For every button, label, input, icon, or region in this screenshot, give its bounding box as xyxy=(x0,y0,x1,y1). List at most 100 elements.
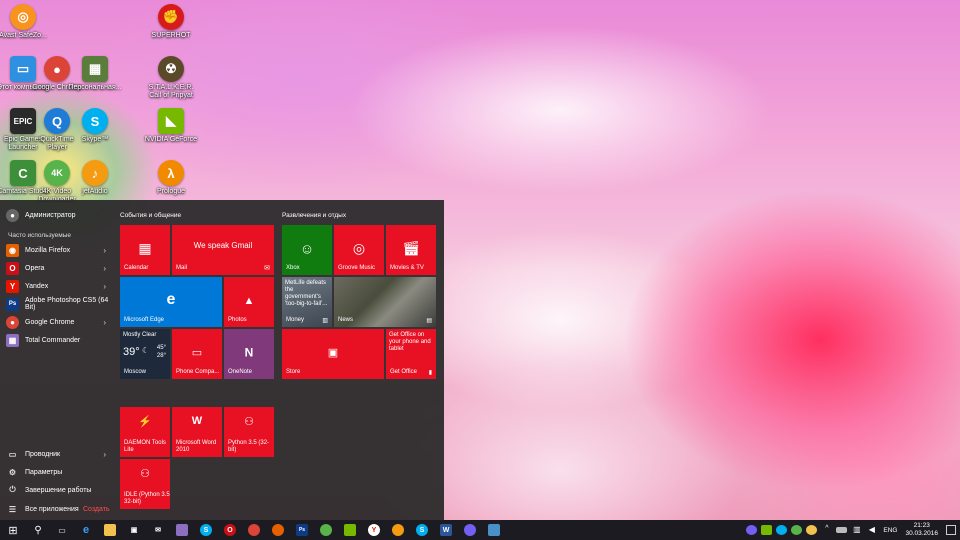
envelope-icon: ✉ xyxy=(264,265,270,272)
user-account[interactable]: ● Администратор xyxy=(6,207,110,223)
settings-item[interactable]: ⚙ Параметры xyxy=(6,464,110,480)
chevron-right-icon[interactable]: › xyxy=(103,246,106,255)
desktop-icon-skype[interactable]: S Skype™ xyxy=(68,108,122,144)
notifications-icon[interactable] xyxy=(946,525,956,535)
taskbar-nvidia[interactable] xyxy=(338,520,362,540)
tile-store[interactable]: ▣ Store xyxy=(282,329,384,379)
app-item-photoshop[interactable]: Ps Adobe Photoshop CS5 (64 Bit) xyxy=(6,296,110,312)
4k-tray-icon[interactable] xyxy=(791,525,803,535)
tile-daemon-tools[interactable]: ⚡ DAEMON Tools Lite xyxy=(120,407,170,457)
desktop-icon-prologue[interactable]: λ Prologue xyxy=(144,160,198,196)
desktop-icon-personal[interactable]: ▦ Персональная... xyxy=(68,56,122,92)
chevron-right-icon[interactable]: › xyxy=(103,450,106,459)
desktop-icon-label: NVIDIA GeForce xyxy=(144,136,198,143)
tile-label: Microsoft Word 2010 xyxy=(176,440,217,453)
tile-python[interactable]: ⚇ Python 3.5 (32-bit) xyxy=(224,407,274,457)
taskbar-jetaudio[interactable] xyxy=(386,520,410,540)
start-button[interactable]: ⊞ xyxy=(0,520,26,540)
tile-idle[interactable]: ⚇ IDLE (Python 3.5 32-bit) xyxy=(120,459,170,509)
explorer-item[interactable]: ▭ Проводник › xyxy=(6,446,110,462)
taskbar-yandex[interactable]: Y xyxy=(362,520,386,540)
tile-label: Microsoft Edge xyxy=(124,317,165,323)
desktop-icon-superhot[interactable]: ✊ SUPERHOT xyxy=(144,4,198,40)
app-item-yandex[interactable]: Y Yandex › xyxy=(6,278,110,294)
skype-tray-icon[interactable] xyxy=(776,525,788,535)
viber-tray-icon[interactable] xyxy=(746,525,758,535)
tile-groove[interactable]: ◎ Groove Music xyxy=(334,225,384,275)
chevron-right-icon[interactable]: › xyxy=(103,282,106,291)
avast-icon: ◎ xyxy=(10,4,36,30)
taskbar-total-commander[interactable] xyxy=(170,520,194,540)
app-item-firefox[interactable]: ◉ Mozilla Firefox › xyxy=(6,242,110,258)
tile-phone-companion[interactable]: ▭ Phone Compa... xyxy=(172,329,222,379)
app-item-chrome[interactable]: ● Google Chrome › xyxy=(6,314,110,330)
taskbar-4k-video[interactable] xyxy=(314,520,338,540)
volume-icon[interactable]: ◀ xyxy=(866,525,877,535)
taskbar-viber[interactable] xyxy=(458,520,482,540)
tile-label: Store xyxy=(286,369,301,375)
jetaudio-icon xyxy=(392,524,404,536)
create-link[interactable]: Создать xyxy=(83,506,110,513)
taskbar-firefox[interactable] xyxy=(266,520,290,540)
group-title-events[interactable]: События и общение xyxy=(120,212,181,219)
yandex-icon: Y xyxy=(368,524,380,536)
desktop-icon-nvidia[interactable]: ◣ NVIDIA GeForce xyxy=(144,108,198,144)
tile-word[interactable]: W Microsoft Word 2010 xyxy=(172,407,222,457)
power-item[interactable]: ⏻ Завершение работы xyxy=(6,482,110,498)
desktop-icon-jetaudio[interactable]: ♪ jetAudio xyxy=(68,160,122,196)
taskbar-skype-2[interactable]: S xyxy=(410,520,434,540)
skype-icon: S xyxy=(82,108,108,134)
edge-icon: e xyxy=(82,524,90,536)
desktop-icon-label: Персональная... xyxy=(68,84,122,91)
taskbar-chrome[interactable] xyxy=(242,520,266,540)
chevron-up-icon[interactable]: ^ xyxy=(821,525,832,535)
stalker-icon: ☢ xyxy=(158,56,184,82)
tile-calendar[interactable]: ▦ Calendar xyxy=(120,225,170,275)
tile-xbox[interactable]: ☺ Xbox xyxy=(282,225,332,275)
desktop-icon-avast[interactable]: ◎ Avast SafeZo... xyxy=(0,4,50,40)
taskbar: ⊞ ⚲ ▭ e ▣ ✉ S O Ps Y S W ^ ▥ ◀ ENG 21:23… xyxy=(0,520,960,540)
yandex-tray-icon[interactable] xyxy=(806,525,818,535)
tile-edge[interactable]: e Microsoft Edge xyxy=(120,277,222,327)
tile-onenote[interactable]: N OneNote xyxy=(224,329,274,379)
taskbar-photoshop[interactable]: Ps xyxy=(290,520,314,540)
edge-icon: e xyxy=(166,291,176,309)
python-icon: ⚇ xyxy=(244,416,254,428)
group-title-entertainment[interactable]: Развлечения и отдых xyxy=(282,212,346,219)
search-icon: ⚲ xyxy=(34,524,42,536)
windows-logo-icon: ⊞ xyxy=(8,524,18,537)
taskbar-word[interactable]: W xyxy=(434,520,458,540)
clock[interactable]: 21:23 30.03.2016 xyxy=(905,522,938,538)
tile-movies[interactable]: 🎬︎ Movies & TV xyxy=(386,225,436,275)
tile-get-office[interactable]: Get Office on your phone and tablet Get … xyxy=(386,329,436,379)
user-name: Администратор xyxy=(25,211,76,219)
tile-news[interactable]: News ▤ xyxy=(334,277,436,327)
battery-icon[interactable] xyxy=(836,527,848,533)
folder-icon xyxy=(104,524,116,536)
language-indicator[interactable]: ENG xyxy=(883,527,897,534)
app-item-total-commander[interactable]: ▦ Total Commander xyxy=(6,332,110,348)
task-view-button[interactable]: ▭ xyxy=(50,520,74,540)
chevron-right-icon[interactable]: › xyxy=(103,264,106,273)
taskbar-edge[interactable]: e xyxy=(74,520,98,540)
taskbar-explorer[interactable] xyxy=(98,520,122,540)
tile-photos[interactable]: ▲ Photos xyxy=(224,277,274,327)
word-icon: W xyxy=(440,524,452,536)
network-icon[interactable]: ▥ xyxy=(851,525,862,535)
app-item-opera[interactable]: O Opera › xyxy=(6,260,110,276)
taskbar-mail[interactable]: ✉ xyxy=(146,520,170,540)
tile-mail[interactable]: We speak Gmail Mail ✉ xyxy=(172,225,274,275)
chevron-right-icon[interactable]: › xyxy=(103,318,106,327)
tile-money[interactable]: MetLife defeats the government's 'too-bi… xyxy=(282,277,332,327)
desktop-icon-stalker[interactable]: ☢ S.T.A.L.K.E.R. Call of Pripyat xyxy=(144,56,198,100)
tile-weather[interactable]: Mostly Clear 39° ☾ 45° 28° Moscow xyxy=(120,329,170,379)
cloud-moon-icon: ☾ xyxy=(142,346,150,355)
nvidia-tray-icon[interactable] xyxy=(761,525,773,535)
firefox-icon: ◉ xyxy=(6,243,19,257)
taskbar-screen[interactable] xyxy=(482,520,506,540)
taskbar-opera[interactable]: O xyxy=(218,520,242,540)
taskbar-skype[interactable]: S xyxy=(194,520,218,540)
all-apps-item[interactable]: ☰ Все приложения Создать xyxy=(6,501,110,517)
search-button[interactable]: ⚲ xyxy=(26,520,50,540)
taskbar-store[interactable]: ▣ xyxy=(122,520,146,540)
